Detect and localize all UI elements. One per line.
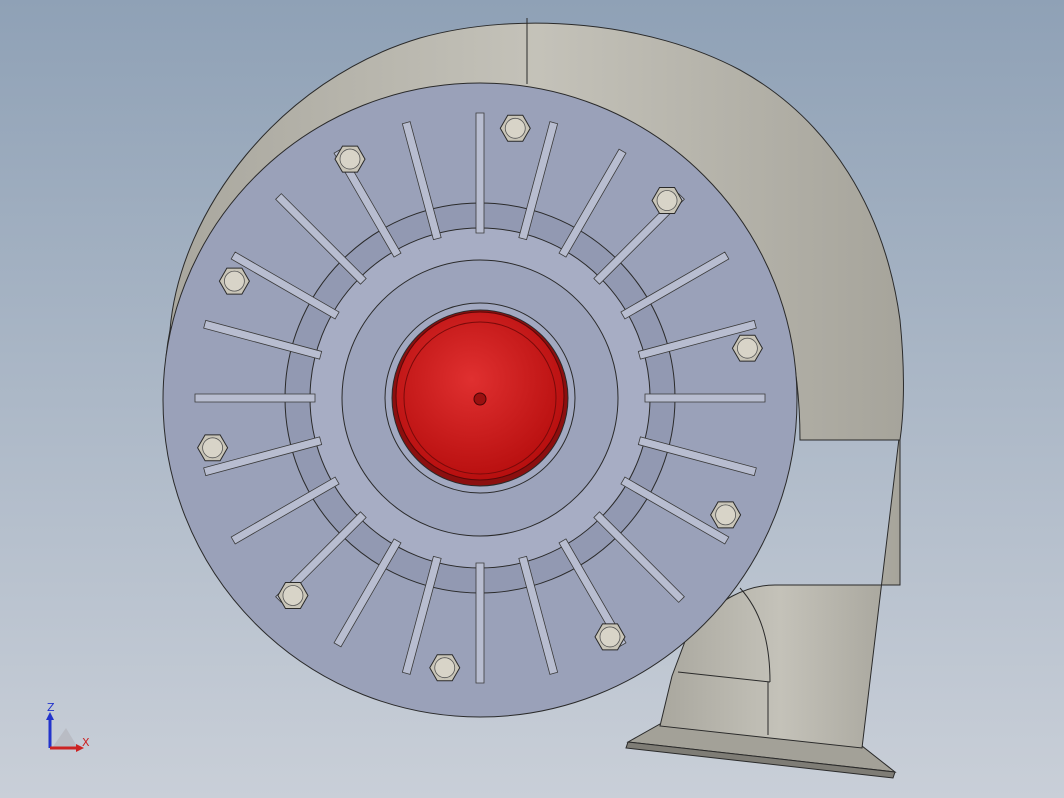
hub-cap[interactable]: [391, 309, 569, 487]
blade-slot: [194, 393, 316, 403]
blade-slot: [475, 562, 485, 684]
model-canvas[interactable]: Z X: [0, 0, 1064, 798]
blade-slot: [475, 112, 485, 234]
cad-viewport[interactable]: Z X: [0, 0, 1064, 798]
hub-center-hole: [473, 392, 487, 406]
x-axis-label: X: [82, 736, 90, 749]
blade-slot: [644, 393, 766, 403]
z-axis-label: Z: [47, 701, 55, 714]
